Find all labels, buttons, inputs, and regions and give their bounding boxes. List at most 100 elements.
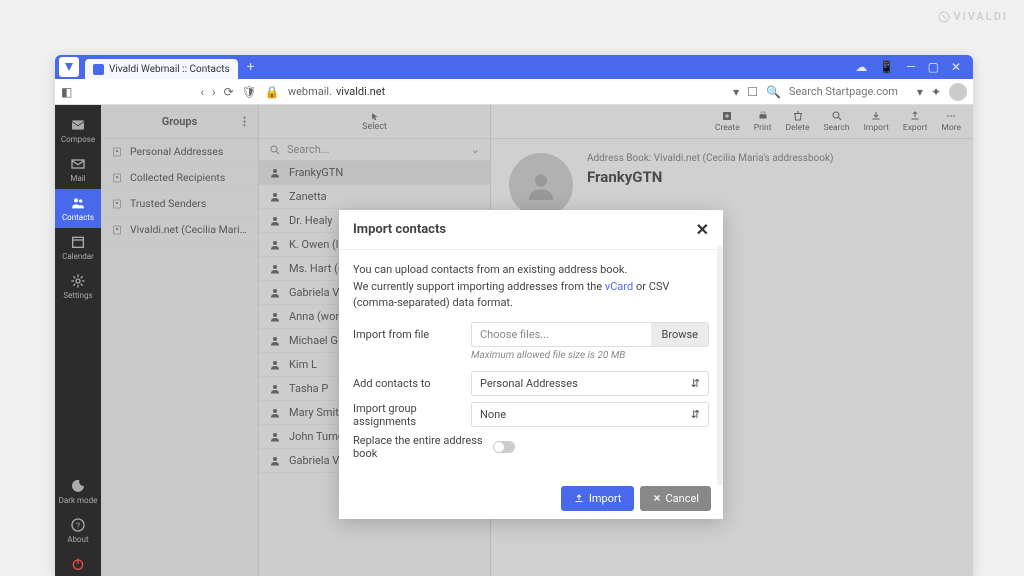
contact-name: Tasha P: [289, 382, 328, 395]
maximize-button[interactable]: ▢: [928, 60, 939, 74]
chevron-down-icon[interactable]: ⌄: [471, 143, 480, 156]
file-input[interactable]: Choose files... Browse: [471, 322, 709, 347]
vcard-link[interactable]: vCard: [605, 280, 633, 293]
contact-item[interactable]: FrankyGTN: [259, 161, 490, 185]
x-icon: [652, 493, 662, 503]
addressbar: ◧ ‹ › ⟳ 🛡 🔒 webmail.vivaldi.net ▾ ☐ 🔍 ▾ …: [55, 79, 973, 105]
forward-button[interactable]: ›: [212, 85, 216, 99]
rail-calendar[interactable]: Calendar: [55, 228, 101, 267]
toolbar-import[interactable]: Import: [864, 110, 889, 133]
groups-menu-icon[interactable]: ⋮: [239, 115, 250, 128]
contact-avatar: [509, 153, 573, 217]
rail-mail[interactable]: Mail: [55, 150, 101, 189]
brand-watermark: VIVALDI: [938, 10, 1008, 23]
groups-panel: Groups ⋮ Personal Addresses Collected Re…: [101, 105, 259, 576]
contact-name-heading: FrankyGTN: [587, 168, 834, 186]
reload-button[interactable]: ⟳: [224, 85, 234, 99]
vivaldi-logo-icon[interactable]: [59, 57, 79, 77]
group-assign-label: Import group assignments: [353, 402, 471, 428]
group-item-trusted[interactable]: Trusted Senders: [101, 191, 258, 217]
file-size-hint: Maximum allowed file size is 20 MB: [471, 350, 709, 361]
titlebar: Vivaldi Webmail :: Contacts + ☁ 📱 — ▢ ✕: [55, 55, 973, 79]
profile-avatar-icon[interactable]: [949, 83, 967, 101]
person-icon: [269, 407, 281, 419]
addressbook-icon: [111, 198, 123, 210]
toolbar-search[interactable]: Search: [823, 110, 849, 133]
select-header[interactable]: Select: [259, 105, 490, 139]
shield-icon[interactable]: 🛡: [242, 85, 257, 99]
rail-contacts[interactable]: Contacts: [55, 189, 101, 228]
toolbar: Create Print Delete Search Import Export…: [491, 105, 973, 139]
search-engine-icon[interactable]: 🔍: [766, 85, 781, 99]
url-field[interactable]: webmail.vivaldi.net: [288, 85, 385, 98]
select-arrows-icon: ⇵: [691, 377, 700, 390]
person-icon: [269, 239, 281, 251]
tab-favicon-icon: [93, 64, 104, 75]
bookmark-icon[interactable]: ▾: [733, 85, 739, 99]
bookmark-star-icon[interactable]: ☐: [747, 85, 758, 99]
close-icon[interactable]: ✕: [696, 220, 709, 239]
contact-name: Michael G: [289, 334, 338, 347]
modal-scrollbar[interactable]: [717, 246, 723, 485]
lock-icon: 🔒: [265, 85, 280, 99]
group-item-personal[interactable]: Personal Addresses: [101, 139, 258, 165]
more-icon: [945, 110, 957, 122]
cancel-button[interactable]: Cancel: [640, 486, 711, 511]
import-modal: Import contacts ✕ You can upload contact…: [339, 210, 723, 519]
person-icon: [269, 455, 281, 467]
back-button[interactable]: ‹: [200, 85, 204, 99]
person-icon: [269, 191, 281, 203]
rail-logout[interactable]: [55, 550, 101, 576]
panel-toggle-icon[interactable]: ◧: [61, 85, 72, 99]
extensions-icon[interactable]: ✦: [931, 85, 941, 99]
addressbook-icon: [111, 146, 123, 158]
close-window-button[interactable]: ✕: [951, 60, 961, 74]
search-icon: [831, 110, 843, 122]
select-arrows-icon: ⇵: [691, 408, 700, 421]
contact-name: Kim L: [289, 358, 317, 371]
browse-button[interactable]: Browse: [651, 323, 708, 346]
toolbar-delete[interactable]: Delete: [786, 110, 810, 133]
contacts-icon: [70, 195, 86, 211]
person-icon: [269, 359, 281, 371]
replace-toggle[interactable]: [493, 441, 515, 453]
new-tab-button[interactable]: +: [242, 58, 260, 76]
person-icon: [269, 335, 281, 347]
search-icon: [269, 144, 281, 156]
contacts-search[interactable]: Search... ⌄: [259, 139, 490, 161]
group-assign-select[interactable]: None ⇵: [471, 402, 709, 427]
import-button[interactable]: Import: [561, 486, 634, 511]
add-to-select[interactable]: Personal Addresses ⇵: [471, 371, 709, 396]
rail-compose[interactable]: Compose: [55, 111, 101, 150]
person-icon: [269, 311, 281, 323]
toolbar-create[interactable]: Create: [715, 110, 740, 133]
group-item-collected[interactable]: Collected Recipients: [101, 165, 258, 191]
contact-item[interactable]: Zanetta: [259, 185, 490, 209]
person-icon: [269, 215, 281, 227]
toolbar-more[interactable]: More: [941, 110, 961, 133]
person-icon: [523, 167, 559, 203]
rail-settings[interactable]: Settings: [55, 267, 101, 306]
addressbook-icon: [111, 172, 123, 184]
mobile-icon[interactable]: 📱: [879, 60, 894, 74]
person-icon: [269, 431, 281, 443]
toolbar-print[interactable]: Print: [754, 110, 772, 133]
question-icon: ?: [70, 517, 86, 533]
import-icon: [870, 110, 882, 122]
trash-icon: [792, 110, 804, 122]
chevron-down-icon[interactable]: ▾: [917, 85, 923, 99]
contact-name: Mary Smith: [289, 406, 345, 419]
minimize-button[interactable]: —: [906, 60, 915, 74]
search-input[interactable]: [789, 85, 909, 98]
rail-darkmode[interactable]: Dark mode: [55, 472, 101, 511]
toolbar-export[interactable]: Export: [903, 110, 928, 133]
replace-label: Replace the entire address book: [353, 434, 493, 460]
cloud-icon[interactable]: ☁: [855, 60, 867, 74]
upload-icon: [573, 492, 585, 504]
rail-about[interactable]: ? About: [55, 511, 101, 550]
contact-name: Gabriela V: [289, 454, 339, 467]
group-item-vivaldi[interactable]: Vivaldi.net (Cecilia Maria's addr...: [101, 217, 258, 243]
plus-icon: [721, 110, 733, 122]
browser-tab[interactable]: Vivaldi Webmail :: Contacts: [85, 59, 238, 79]
browser-window: Vivaldi Webmail :: Contacts + ☁ 📱 — ▢ ✕ …: [55, 55, 973, 576]
